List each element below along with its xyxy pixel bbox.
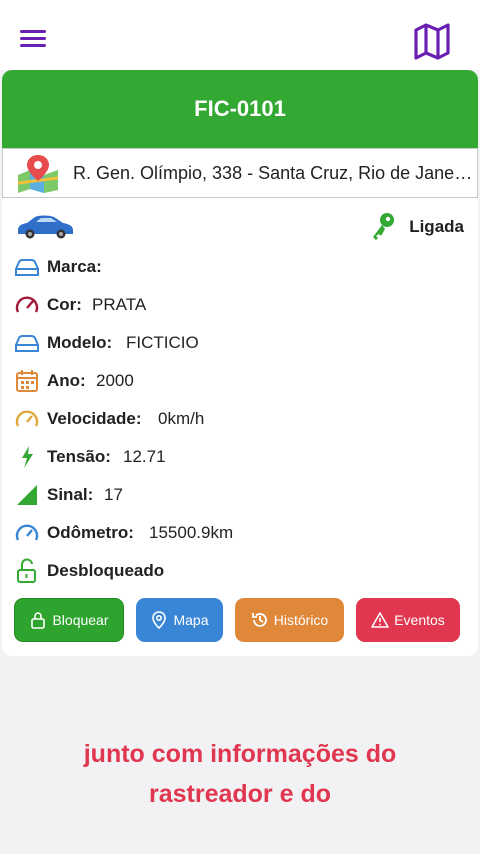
car-outline-icon (14, 254, 40, 280)
hamburger-menu-icon[interactable] (20, 26, 50, 52)
car-icon (15, 210, 75, 240)
vehicle-card: FIC-0101 R. Gen. Olímpio, 338 - Santa Cr… (2, 70, 478, 656)
caption-line-1: junto com informações do (83, 740, 397, 768)
row-modelo: Modelo: FICTICIO (14, 328, 454, 358)
sinal-label: Sinal: (47, 485, 94, 504)
top-bar (0, 0, 480, 70)
sinal-value: 17 (104, 485, 123, 504)
ano-value: 2000 (96, 371, 134, 390)
location-map-icon (15, 153, 61, 193)
modelo-value: FICTICIO (126, 333, 199, 352)
row-ano: Ano: 2000 (14, 366, 454, 396)
vehicle-plate: FIC-0101 (2, 70, 478, 148)
mapa-label: Mapa (173, 612, 209, 628)
odometer-icon (14, 520, 40, 546)
ano-label: Ano: (47, 371, 86, 390)
velocidade-label: Velocidade: (47, 409, 142, 428)
history-icon (251, 613, 267, 627)
row-odometro: Odômetro: 15500.9km (14, 518, 454, 548)
caption-overlay: junto com informações do rastreador e do (0, 734, 480, 814)
row-marca: Marca: (14, 252, 454, 282)
gauge-icon (14, 292, 40, 318)
row-sinal: Sinal: 17 (14, 480, 454, 510)
historico-label: Histórico (273, 612, 329, 628)
tensao-label: Tensão: (47, 447, 111, 466)
eventos-label: Eventos (394, 612, 445, 628)
cor-label: Cor: (47, 295, 82, 314)
speedometer-icon (14, 406, 40, 432)
address-bar[interactable]: R. Gen. Olímpio, 338 - Santa Cruz, Rio d… (2, 148, 478, 198)
eventos-button[interactable]: Eventos (356, 598, 460, 642)
mapa-button[interactable]: Mapa (136, 598, 223, 642)
odometro-value: 15500.9km (149, 523, 234, 542)
bloquear-button[interactable]: Bloquear (14, 598, 124, 642)
ignition-status: Ligada (364, 212, 464, 242)
bloquear-label: Bloquear (52, 612, 109, 628)
modelo-label: Modelo: (47, 333, 113, 352)
row-bloqueio: Desbloqueado (14, 556, 454, 586)
signal-icon (14, 482, 40, 508)
address-text: R. Gen. Olímpio, 338 - Santa Cruz, Rio d… (73, 163, 473, 183)
lightning-icon (14, 444, 40, 470)
tensao-value: 12.71 (123, 447, 166, 466)
odometro-label: Odômetro: (47, 523, 134, 542)
caption-line-2: rastreador e do (148, 780, 331, 808)
calendar-icon (14, 368, 40, 394)
cor-value: PRATA (92, 295, 147, 314)
historico-button[interactable]: Histórico (235, 598, 344, 642)
car-outline-icon (14, 330, 40, 356)
row-velocidade: Velocidade: 0km/h (14, 404, 454, 434)
warning-icon (371, 612, 390, 628)
location-pin-icon (152, 611, 167, 629)
folded-map-icon[interactable] (412, 22, 452, 60)
ignition-label: Ligada (409, 217, 464, 236)
bloqueio-status: Desbloqueado (47, 561, 165, 580)
key-icon (370, 212, 396, 242)
row-cor: Cor: PRATA (14, 290, 454, 320)
row-tensao: Tensão: 12.71 (14, 442, 454, 472)
velocidade-value: 0km/h (158, 409, 205, 428)
padlock-icon (31, 612, 46, 629)
unlocked-padlock-icon (14, 558, 40, 584)
marca-label: Marca: (47, 257, 102, 276)
